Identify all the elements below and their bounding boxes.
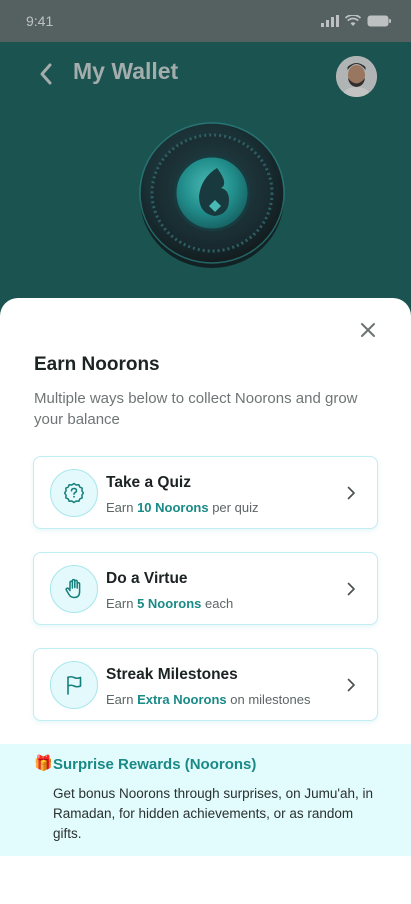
option-desc-highlight: 5 Noorons — [137, 596, 202, 611]
noorons-coin — [137, 118, 287, 268]
sheet-title: Earn Noorons — [34, 354, 160, 375]
status-time: 9:41 — [26, 13, 54, 29]
surprise-text: Get bonus Noorons through surprises, on … — [53, 786, 374, 841]
surprise-rewards-panel: 🎁 Surprise Rewards (Noorons) Get bonus N… — [0, 744, 411, 856]
option-desc-prefix: Earn — [106, 500, 138, 515]
close-button[interactable] — [358, 320, 378, 340]
option-desc-suffix: on milestones — [226, 692, 311, 707]
quiz-icon — [63, 482, 85, 504]
wifi-icon — [345, 15, 361, 26]
back-button[interactable] — [32, 60, 60, 88]
hand-icon — [65, 578, 81, 599]
option-description: Earn Extra Noorons on milestones — [106, 692, 310, 707]
option-title: Take a Quiz — [106, 474, 191, 491]
option-icon-wrap — [50, 469, 98, 517]
chevron-right-icon — [344, 580, 358, 598]
option-title: Streak Milestones — [106, 666, 238, 683]
chevron-right-icon — [344, 676, 358, 694]
option-take-quiz[interactable]: Take a Quiz Earn 10 Noorons per quiz — [33, 456, 378, 529]
option-desc-prefix: Earn — [106, 692, 138, 707]
user-avatar — [336, 56, 377, 97]
option-desc-suffix: per quiz — [208, 500, 259, 515]
gift-icon: 🎁 — [34, 755, 53, 772]
sheet-subtitle: Multiple ways below to collect Noorons a… — [34, 390, 358, 428]
status-icons — [321, 15, 391, 27]
option-desc-suffix: each — [201, 596, 234, 611]
close-icon — [361, 323, 375, 337]
option-description: Earn 10 Noorons per quiz — [106, 500, 258, 515]
surprise-title: Surprise Rewards (Noorons) — [53, 756, 257, 773]
option-icon-wrap — [50, 661, 98, 709]
option-do-virtue[interactable]: Do a Virtue Earn 5 Noorons each — [33, 552, 378, 625]
avatar[interactable] — [336, 56, 377, 97]
signal-icon — [321, 15, 339, 27]
option-desc-highlight: 10 Noorons — [137, 500, 209, 515]
battery-icon — [367, 15, 391, 27]
noorons-coin-icon — [139, 122, 285, 268]
option-icon-wrap — [50, 565, 98, 613]
option-streak-milestones[interactable]: Streak Milestones Earn Extra Noorons on … — [33, 648, 378, 721]
page-title: My Wallet — [73, 58, 179, 84]
option-title: Do a Virtue — [106, 570, 188, 587]
earn-noorons-sheet: Earn Noorons Multiple ways below to coll… — [0, 298, 411, 904]
option-desc-highlight: Extra Noorons — [137, 692, 227, 707]
option-description: Earn 5 Noorons each — [106, 596, 233, 611]
flag-icon — [67, 675, 82, 695]
option-desc-prefix: Earn — [106, 596, 138, 611]
status-bar: 9:41 — [0, 0, 411, 42]
chevron-left-icon — [40, 63, 52, 85]
chevron-right-icon — [344, 484, 358, 502]
